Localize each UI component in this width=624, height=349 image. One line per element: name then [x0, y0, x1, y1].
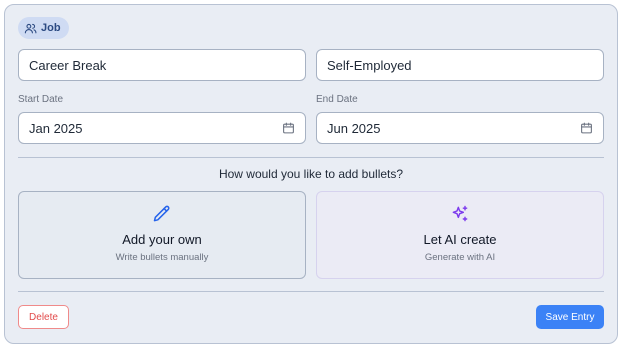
job-badge: Job	[18, 17, 69, 39]
end-date-field[interactable]: Jun 2025	[316, 112, 604, 144]
bullets-question: How would you like to add bullets?	[218, 167, 404, 181]
sparkles-icon	[452, 205, 468, 222]
option-title: Let AI create	[423, 232, 497, 247]
save-entry-button[interactable]: Save Entry	[536, 305, 604, 329]
option-title: Add your own	[122, 232, 202, 247]
title-value: Career Break	[29, 57, 107, 73]
end-date-label: End Date	[316, 94, 358, 105]
badge-label: Job	[41, 22, 61, 34]
divider	[18, 291, 604, 292]
divider	[18, 157, 604, 158]
option-subtitle: Generate with AI	[424, 252, 496, 263]
users-icon	[24, 23, 37, 33]
calendar-icon[interactable]	[282, 121, 295, 135]
title-field[interactable]: Career Break	[18, 49, 306, 81]
delete-button[interactable]: Delete	[18, 305, 69, 329]
company-field[interactable]: Self-Employed	[316, 49, 604, 81]
start-date-label: Start Date	[18, 94, 64, 105]
end-date-value: Jun 2025	[327, 120, 381, 136]
company-value: Self-Employed	[327, 57, 412, 73]
pencil-icon	[153, 205, 170, 222]
start-date-field[interactable]: Jan 2025	[18, 112, 306, 144]
option-subtitle: Write bullets manually	[115, 252, 209, 263]
calendar-icon[interactable]	[580, 121, 593, 135]
entry-card: Job Career Break Self-Employed Start Dat…	[4, 4, 618, 344]
add-your-own-option[interactable]: Add your own Write bullets manually	[18, 191, 306, 279]
start-date-value: Jan 2025	[29, 120, 83, 136]
let-ai-create-option[interactable]: Let AI create Generate with AI	[316, 191, 604, 279]
